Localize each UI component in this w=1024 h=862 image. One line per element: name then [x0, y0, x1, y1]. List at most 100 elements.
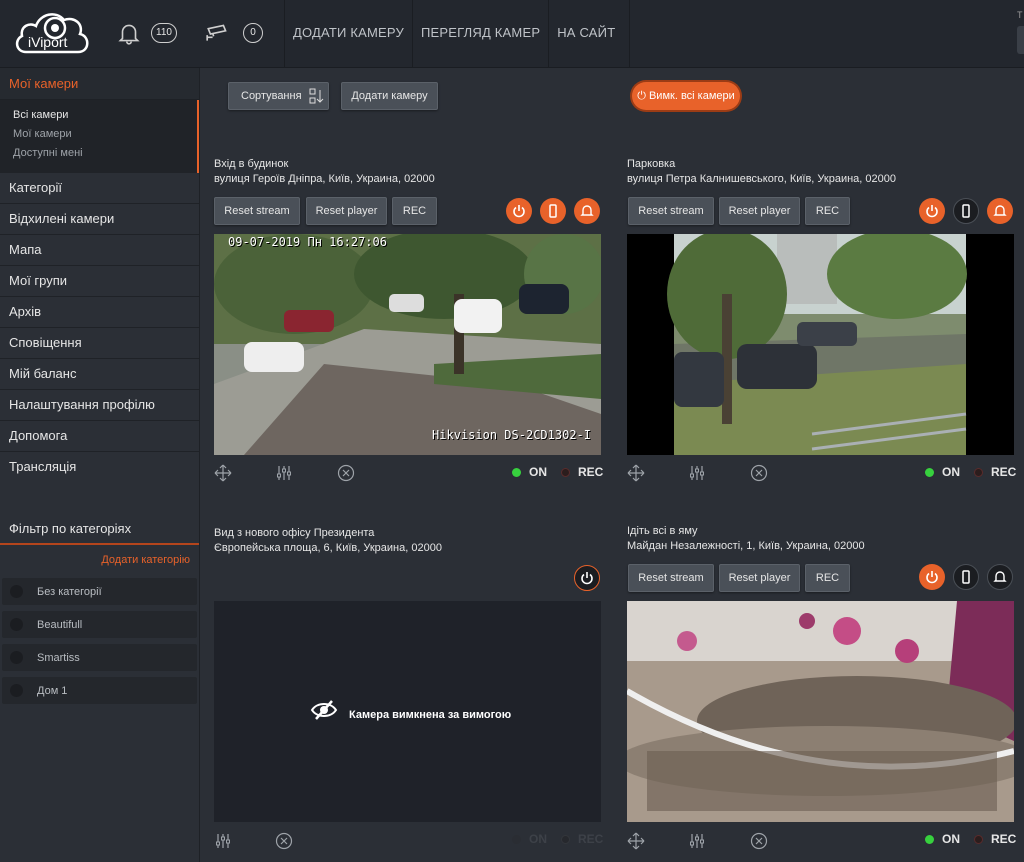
category-filter-title: Фільтр по категоріях [0, 521, 199, 545]
close-icon[interactable] [750, 832, 768, 850]
camera-feed-4[interactable] [627, 601, 1014, 822]
bell-icon[interactable] [116, 20, 142, 46]
nav-to-site[interactable]: НА САЙТ [548, 0, 631, 68]
power-button[interactable] [574, 565, 600, 591]
sidebar-submenu: Всі камери Мої камери Доступні мені [0, 100, 199, 173]
sidebar-item-notifications[interactable]: Сповіщення [0, 328, 199, 359]
power-button[interactable] [919, 564, 945, 590]
alert-button[interactable] [987, 198, 1013, 224]
move-icon[interactable] [627, 464, 645, 482]
logo-text: iViport [28, 34, 68, 50]
camera-feed-image [214, 234, 601, 455]
bell-icon [580, 205, 594, 216]
nav-add-camera[interactable]: ДОДАТИ КАМЕРУ [284, 0, 412, 68]
user-menu-button[interactable] [1017, 26, 1024, 54]
reset-stream-button[interactable]: Reset stream [628, 197, 714, 225]
settings-sliders-icon[interactable] [275, 464, 293, 482]
power-icon [581, 572, 593, 585]
sidebar: Мої камери Всі камери Мої камери Доступн… [0, 68, 200, 862]
top-bar: iViport 110 0 ДОДАТИ КАМЕРУ ПЕРЕГЛЯД КАМ… [0, 0, 1024, 68]
power-icon [926, 205, 938, 218]
sidebar-sub-shared[interactable]: Доступні мені [13, 144, 197, 163]
close-icon[interactable] [750, 464, 768, 482]
mobile-button[interactable] [953, 198, 979, 224]
move-icon[interactable] [214, 464, 232, 482]
settings-sliders-icon[interactable] [688, 832, 706, 850]
category-item[interactable]: Beautifull [2, 611, 197, 638]
settings-sliders-icon[interactable] [214, 832, 232, 850]
rec-indicator-dot [561, 834, 570, 844]
sort-button[interactable]: Сортування [228, 82, 329, 110]
power-icon [513, 205, 525, 218]
power-icon [926, 571, 938, 584]
turn-off-all-button[interactable]: ⏻ Вимк. всі камери [632, 82, 740, 110]
sidebar-item-broadcast[interactable]: Трансляція [0, 452, 199, 483]
checkbox-icon[interactable] [10, 651, 23, 664]
rec-label: REC [578, 832, 604, 846]
sidebar-sub-my-cameras[interactable]: Мої камери [13, 125, 197, 144]
reset-player-button[interactable]: Reset player [719, 197, 800, 225]
close-icon[interactable] [275, 832, 293, 850]
camera-name: Вид з нового офісу Президента [214, 527, 375, 539]
camera-feed-1[interactable]: 09-07-2019 Пн 16:27:06 Hikvision DS-2CD1… [214, 234, 601, 455]
sidebar-item-map[interactable]: Мапа [0, 235, 199, 266]
camera-address: Майдан Незалежності, 1, Київ, Украина, 0… [627, 540, 865, 552]
on-indicator-dot [512, 467, 521, 477]
sidebar-item-balance[interactable]: Мій баланс [0, 359, 199, 390]
reset-player-button[interactable]: Reset player [719, 564, 800, 592]
category-label: Smartiss [37, 651, 80, 664]
sidebar-item-help[interactable]: Допомога [0, 421, 199, 452]
category-item[interactable]: Без категорії [2, 578, 197, 605]
phone-icon [962, 570, 970, 584]
camera-card-1-title: Вхід в будинок вулиця Героїв Дніпра, Киї… [214, 157, 435, 187]
power-button[interactable] [919, 198, 945, 224]
sidebar-item-archive[interactable]: Архів [0, 297, 199, 328]
rec-label: REC [991, 832, 1017, 846]
close-icon[interactable] [337, 464, 355, 482]
camera-feed-image [627, 601, 1014, 822]
alert-button[interactable] [574, 198, 600, 224]
nav-view-cameras[interactable]: ПЕРЕГЛЯД КАМЕР [411, 0, 548, 68]
notifications-badge[interactable]: 110 [151, 23, 177, 43]
phone-icon [549, 204, 557, 218]
cctv-camera-icon[interactable] [205, 20, 231, 46]
checkbox-icon[interactable] [10, 684, 23, 697]
camera-feed-2[interactable] [627, 234, 1014, 455]
reset-stream-button[interactable]: Reset stream [628, 564, 714, 592]
cameras-badge[interactable]: 0 [243, 23, 263, 43]
add-camera-button[interactable]: Додати камеру [341, 82, 438, 110]
category-item[interactable]: Дом 1 [2, 677, 197, 704]
sidebar-sub-all-cameras[interactable]: Всі камери [13, 106, 197, 125]
bell-icon [993, 571, 1007, 582]
alert-button[interactable] [987, 564, 1013, 590]
camera-card-3-title: Вид з нового офісу Президента Європейськ… [214, 526, 442, 556]
category-label: Beautifull [37, 618, 83, 631]
sidebar-item-profile-settings[interactable]: Налаштування профілю [0, 390, 199, 421]
rec-button[interactable]: REC [805, 564, 850, 592]
add-category-link[interactable]: Додати категорію [0, 554, 199, 572]
rec-button[interactable]: REC [392, 197, 437, 225]
rec-button[interactable]: REC [805, 197, 850, 225]
timestamp-overlay: 09-07-2019 Пн 16:27:06 [228, 235, 387, 249]
rec-label: REC [578, 465, 604, 479]
on-label: ON [942, 832, 960, 846]
settings-sliders-icon[interactable] [688, 464, 706, 482]
mobile-button[interactable] [540, 198, 566, 224]
user-menu-label[interactable]: Т [1017, 10, 1023, 20]
sidebar-item-groups[interactable]: Мої групи [0, 266, 199, 297]
power-button[interactable] [506, 198, 532, 224]
status-indicator: ON REC [512, 465, 603, 479]
reset-player-button[interactable]: Reset player [306, 197, 387, 225]
mobile-button[interactable] [953, 564, 979, 590]
camera-name: Вхід в будинок [214, 158, 289, 170]
move-icon[interactable] [627, 832, 645, 850]
sidebar-item-rejected[interactable]: Відхилені камери [0, 204, 199, 235]
sidebar-item-my-cameras[interactable]: Мої камери [0, 68, 199, 100]
logo-cloud-icon[interactable] [12, 6, 92, 58]
camera-off-message: Камера вимкнена за вимогою [349, 709, 512, 721]
reset-stream-button[interactable]: Reset stream [214, 197, 300, 225]
checkbox-icon[interactable] [10, 585, 23, 598]
category-item[interactable]: Smartiss [2, 644, 197, 671]
sidebar-item-categories[interactable]: Категорії [0, 173, 199, 204]
checkbox-icon[interactable] [10, 618, 23, 631]
